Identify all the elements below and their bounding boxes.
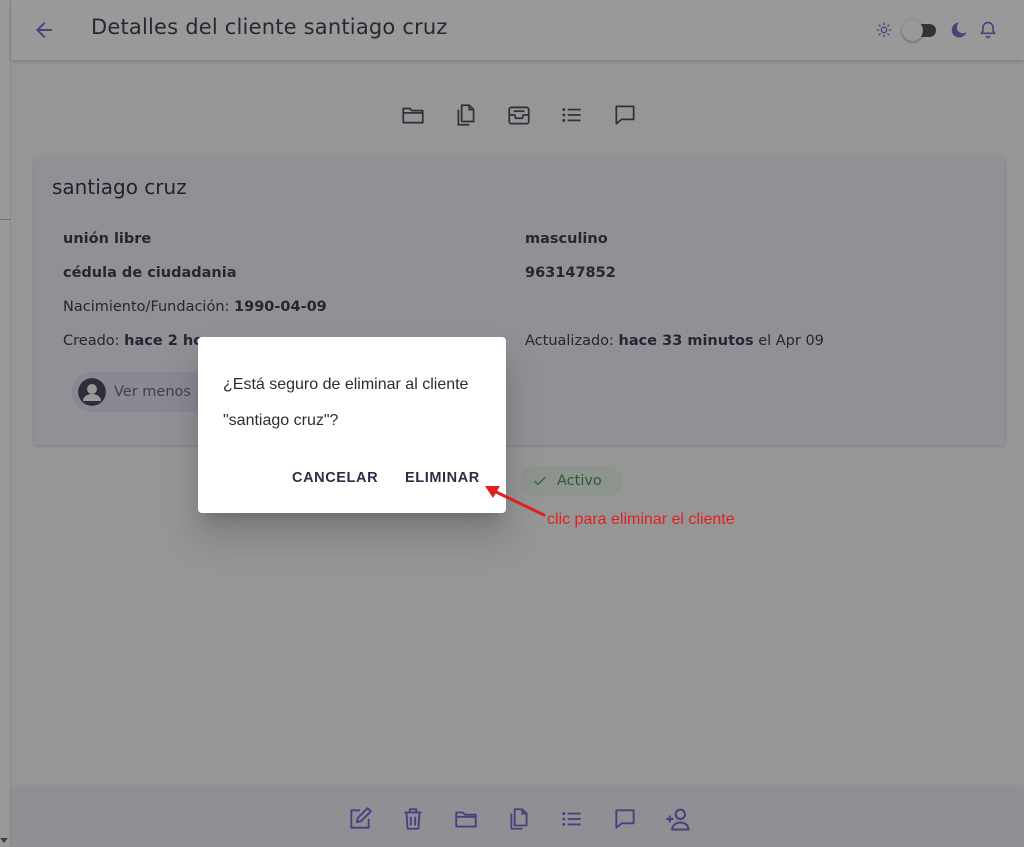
cancel-button[interactable]: CANCELAR (292, 470, 378, 486)
modal-overlay[interactable] (0, 0, 1024, 847)
annotation-arrow (485, 486, 546, 517)
dialog-message: ¿Está seguro de eliminar al cliente "san… (223, 376, 469, 429)
annotation-label: clic para eliminar el cliente (547, 511, 735, 528)
delete-confirm-dialog: ¿Está seguro de eliminar al cliente "san… (198, 337, 506, 513)
delete-confirm-button[interactable]: ELIMINAR (405, 470, 480, 486)
